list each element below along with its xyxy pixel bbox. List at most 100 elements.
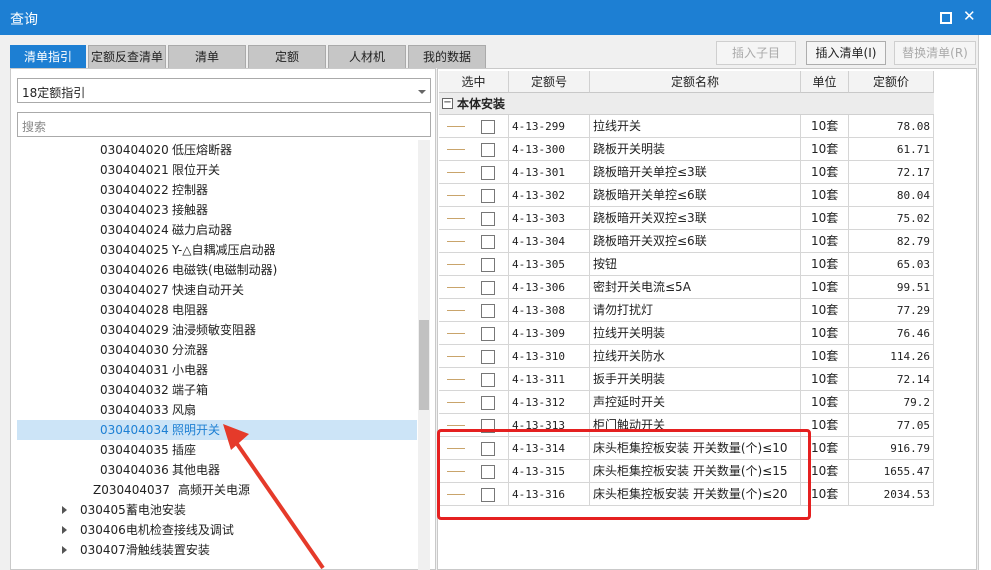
row-checkbox[interactable] [481, 166, 495, 180]
insert-child-button[interactable]: 插入子目 [716, 41, 796, 65]
tree-item-030404024[interactable]: 030404024 磁力启动器 [17, 220, 417, 240]
cell-code: 4-13-305 [509, 253, 590, 276]
cell-price: 80.04 [849, 184, 934, 207]
tree-item-030404027[interactable]: 030404027 快速自动开关 [17, 280, 417, 300]
close-icon[interactable]: ✕ [963, 7, 976, 25]
table-row[interactable]: 4-13-311 扳手开关明装 10套 72.14 [439, 368, 934, 391]
tab-labor-material-machine[interactable]: 人材机 [328, 45, 406, 68]
table-row[interactable]: 4-13-299 拉线开关 10套 78.08 [439, 115, 934, 138]
cell-name: 扳手开关明装 [590, 368, 801, 391]
tree-item-030404021[interactable]: 030404021 限位开关 [17, 160, 417, 180]
table-row[interactable]: 4-13-303 跷板暗开关双控≤3联 10套 75.02 [439, 207, 934, 230]
cell-code: 4-13-310 [509, 345, 590, 368]
tree-item-030404026[interactable]: 030404026 电磁铁(电磁制动器) [17, 260, 417, 280]
tab-quota-reverse-lookup[interactable]: 定额反查清单 [88, 45, 166, 68]
tree-item-name: 照明开关 [172, 423, 221, 437]
cell-select [439, 391, 509, 414]
row-checkbox[interactable] [481, 396, 495, 410]
tree-item-name: 控制器 [172, 183, 209, 197]
table-row[interactable]: 4-13-304 跷板暗开关双控≤6联 10套 82.79 [439, 230, 934, 253]
table-row[interactable]: 4-13-310 拉线开关防水 10套 114.26 [439, 345, 934, 368]
tree-item-030404023[interactable]: 030404023 接触器 [17, 200, 417, 220]
tree-scrollbar[interactable] [418, 140, 430, 570]
cell-price: 77.29 [849, 299, 934, 322]
table-row[interactable]: 4-13-309 拉线开关明装 10套 76.46 [439, 322, 934, 345]
expand-caret-icon[interactable] [62, 506, 67, 514]
cell-name: 密封开关电流≤5A [590, 276, 801, 299]
tree-item-030404029[interactable]: 030404029 油浸频敏变阻器 [17, 320, 417, 340]
scrollbar-thumb[interactable] [419, 320, 429, 410]
cell-unit: 10套 [801, 391, 849, 414]
expand-caret-icon[interactable] [62, 526, 67, 534]
tab-quota[interactable]: 定额 [248, 45, 326, 68]
cell-code: 4-13-311 [509, 368, 590, 391]
row-checkbox[interactable] [481, 327, 495, 341]
table-row[interactable]: 4-13-300 跷板开关明装 10套 61.71 [439, 138, 934, 161]
maximize-icon[interactable] [940, 12, 952, 24]
tree-line-icon [447, 379, 465, 380]
col-header-name[interactable]: 定额名称 [590, 71, 801, 93]
col-header-select[interactable]: 选中 [439, 71, 509, 93]
row-checkbox[interactable] [481, 189, 495, 203]
expand-caret-icon[interactable] [62, 546, 67, 554]
tree-item-030404025[interactable]: 030404025 Y-△自耦减压启动器 [17, 240, 417, 260]
tree-item-name: 风扇 [172, 403, 197, 417]
table-row[interactable]: 4-13-308 请勿打扰灯 10套 77.29 [439, 299, 934, 322]
tree-line-icon [447, 149, 465, 150]
row-checkbox[interactable] [481, 304, 495, 318]
tree-item-030404028[interactable]: 030404028 电阻器 [17, 300, 417, 320]
cell-code: 4-13-300 [509, 138, 590, 161]
cell-price: 2034.53 [849, 483, 934, 506]
tree-item-030404030[interactable]: 030404030 分流器 [17, 340, 417, 360]
cell-select [439, 299, 509, 322]
tree-item-030404032[interactable]: 030404032 端子箱 [17, 380, 417, 400]
row-checkbox[interactable] [481, 258, 495, 272]
cell-price: 72.17 [849, 161, 934, 184]
row-checkbox[interactable] [481, 235, 495, 249]
row-checkbox[interactable] [481, 281, 495, 295]
replace-list-button[interactable]: 替换清单(R) [894, 41, 976, 65]
cell-unit: 10套 [801, 115, 849, 138]
guide-select[interactable]: 18定额指引 [17, 78, 431, 103]
col-header-price[interactable]: 定额价 [849, 71, 934, 93]
tree-line-icon [447, 126, 465, 127]
tree-item-code: 030404024 [100, 223, 169, 237]
tree-item-030404033[interactable]: 030404033 风扇 [17, 400, 417, 420]
collapse-icon[interactable]: − [442, 98, 453, 109]
tree-line-icon [447, 172, 465, 173]
search-input[interactable]: 搜索 [17, 112, 431, 137]
tab-list-guide[interactable]: 清单指引 [10, 45, 86, 68]
table-row[interactable]: 4-13-305 按钮 10套 65.03 [439, 253, 934, 276]
tree-item-030404031[interactable]: 030404031 小电器 [17, 360, 417, 380]
tree-item-code: 030404021 [100, 163, 169, 177]
tree-item-030404022[interactable]: 030404022 控制器 [17, 180, 417, 200]
tree-item-code: 030404034 [100, 423, 169, 437]
table-row[interactable]: 4-13-301 跷板暗开关单控≤3联 10套 72.17 [439, 161, 934, 184]
tree-node-name: 蓄电池安装 [125, 503, 186, 517]
row-checkbox[interactable] [481, 350, 495, 364]
tree-line-icon [447, 356, 465, 357]
insert-list-button[interactable]: 插入清单(I) [806, 41, 886, 65]
tab-my-data[interactable]: 我的数据 [408, 45, 486, 68]
tree-item-030404020[interactable]: 030404020 低压熔断器 [17, 140, 417, 160]
col-header-unit[interactable]: 单位 [801, 71, 849, 93]
cell-unit: 10套 [801, 230, 849, 253]
chevron-down-icon[interactable] [418, 90, 426, 94]
row-checkbox[interactable] [481, 373, 495, 387]
cell-select [439, 161, 509, 184]
tree-item-name: 低压熔断器 [172, 143, 233, 157]
col-header-code[interactable]: 定额号 [509, 71, 590, 93]
table-row[interactable]: 4-13-302 跷板暗开关单控≤6联 10套 80.04 [439, 184, 934, 207]
row-checkbox[interactable] [481, 212, 495, 226]
table-row[interactable]: 4-13-306 密封开关电流≤5A 10套 99.51 [439, 276, 934, 299]
cell-unit: 10套 [801, 138, 849, 161]
group-row[interactable]: − 本体安装 [439, 93, 934, 115]
cell-name: 拉线开关防水 [590, 345, 801, 368]
tree-item-code: 030404036 [100, 463, 169, 477]
background-window-edge [978, 35, 991, 570]
row-checkbox[interactable] [481, 143, 495, 157]
row-checkbox[interactable] [481, 120, 495, 134]
cell-price: 61.71 [849, 138, 934, 161]
tab-list[interactable]: 清单 [168, 45, 246, 68]
table-row[interactable]: 4-13-312 声控延时开关 10套 79.2 [439, 391, 934, 414]
